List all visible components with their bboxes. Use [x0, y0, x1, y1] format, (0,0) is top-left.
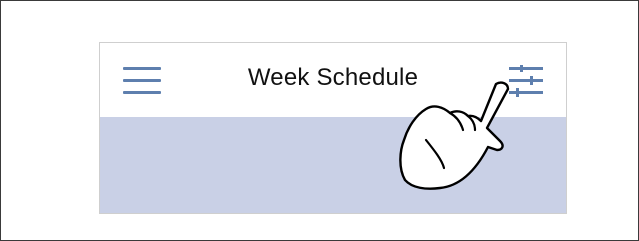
- filter-button[interactable]: [508, 65, 544, 97]
- sliders-filter-icon: [509, 65, 543, 97]
- app-screen: Week Schedule: [99, 42, 567, 214]
- top-app-bar: Week Schedule: [100, 43, 566, 117]
- page-title: Week Schedule: [247, 64, 419, 91]
- illustration-frame: Week Schedule: [0, 0, 639, 241]
- schedule-content-area: [100, 117, 566, 213]
